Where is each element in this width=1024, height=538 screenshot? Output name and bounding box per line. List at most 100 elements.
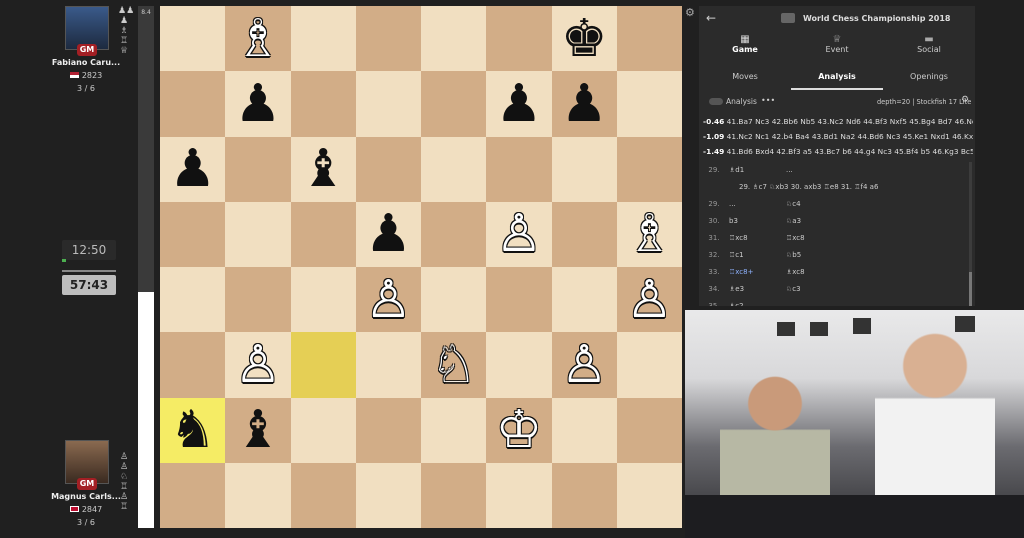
subtab-moves[interactable]: Moves	[699, 72, 791, 81]
square-g5[interactable]	[551, 201, 617, 267]
square-b4[interactable]	[225, 267, 291, 333]
square-a5[interactable]	[160, 201, 226, 267]
square-b5[interactable]	[225, 201, 291, 267]
square-a3[interactable]	[160, 332, 226, 398]
move-row[interactable]: 35. ♗c2...	[699, 298, 967, 306]
move-row[interactable]: 30. b3 ♘a3	[699, 213, 967, 230]
square-b3[interactable]: ♙	[225, 332, 291, 398]
piece-g8[interactable]: ♚	[561, 13, 608, 65]
square-e6[interactable]	[421, 136, 487, 202]
move-variation[interactable]: 29. ♗c7 ♘xb3 30. axb3 ♖e8 31. ♖f4 a6	[699, 179, 967, 196]
piece-b3[interactable]: ♙	[235, 339, 282, 391]
square-f5[interactable]: ♙	[486, 201, 552, 267]
piece-e3[interactable]: ♘	[430, 339, 477, 391]
square-g2[interactable]	[551, 397, 617, 463]
square-f3[interactable]	[486, 332, 552, 398]
square-h5[interactable]: ♗	[616, 201, 682, 267]
piece-g3[interactable]: ♙	[561, 339, 608, 391]
square-b7[interactable]: ♟	[225, 71, 291, 137]
square-d7[interactable]	[355, 71, 421, 137]
piece-f7[interactable]: ♟	[496, 78, 543, 130]
square-d2[interactable]	[355, 397, 421, 463]
move-row-current[interactable]: 33. ♖xc8+ ♗xc8	[699, 264, 967, 281]
square-e7[interactable]	[421, 71, 487, 137]
analysis-toggle[interactable]	[709, 98, 723, 105]
square-h8[interactable]	[616, 6, 682, 72]
square-f4[interactable]	[486, 267, 552, 333]
move-row[interactable]: 29.... ♘c4	[699, 196, 967, 213]
square-h6[interactable]	[616, 136, 682, 202]
square-b2[interactable]: ♝	[225, 397, 291, 463]
piece-f2[interactable]: ♔	[496, 404, 543, 456]
square-b1[interactable]	[225, 462, 291, 528]
square-d1[interactable]	[355, 462, 421, 528]
square-d8[interactable]	[355, 6, 421, 72]
square-h7[interactable]	[616, 71, 682, 137]
square-c4[interactable]	[290, 267, 356, 333]
piece-b8[interactable]: ♗	[235, 13, 282, 65]
move-row[interactable]: 29. ♗d1...	[699, 162, 967, 179]
subtab-analysis[interactable]: Analysis	[791, 72, 883, 81]
square-a4[interactable]	[160, 267, 226, 333]
square-g7[interactable]: ♟	[551, 71, 617, 137]
board-settings-icon[interactable]: ⚙	[685, 6, 695, 19]
chess-board[interactable]: ♗ ♚ ♟ ♟ ♟ ♟ ♝ ♟ ♙ ♗ ♙ ♙ ♙ ♘ ♙ ♞ ♝ ♔	[160, 6, 682, 528]
piece-a6[interactable]: ♟	[169, 143, 216, 195]
square-c1[interactable]	[290, 462, 356, 528]
square-e5[interactable]	[421, 201, 487, 267]
piece-a2[interactable]: ♞	[169, 404, 216, 456]
square-c5[interactable]	[290, 201, 356, 267]
square-g1[interactable]	[551, 462, 617, 528]
square-g3[interactable]: ♙	[551, 332, 617, 398]
square-a1[interactable]	[160, 462, 226, 528]
piece-h5[interactable]: ♗	[626, 208, 673, 260]
square-c2[interactable]	[290, 397, 356, 463]
square-c6[interactable]: ♝	[290, 136, 356, 202]
square-d3[interactable]	[355, 332, 421, 398]
piece-d4[interactable]: ♙	[365, 274, 412, 326]
move-row[interactable]: 32. ♖c1 ♘b5	[699, 247, 967, 264]
square-f6[interactable]	[486, 136, 552, 202]
piece-b2[interactable]: ♝	[235, 404, 282, 456]
square-a2[interactable]: ♞	[160, 397, 226, 463]
piece-b7[interactable]: ♟	[235, 78, 282, 130]
engine-line[interactable]: -1.09 41.Nc2 Nc1 42.b4 Ba4 43.Bd1 Na2 44…	[703, 132, 973, 141]
piece-h4[interactable]: ♙	[626, 274, 673, 326]
square-g6[interactable]	[551, 136, 617, 202]
square-c8[interactable]	[290, 6, 356, 72]
square-a7[interactable]	[160, 71, 226, 137]
engine-settings-icon[interactable]: ⚙	[961, 95, 969, 105]
square-h2[interactable]	[616, 397, 682, 463]
move-row[interactable]: 34. ♗e3 ♘c3	[699, 281, 967, 298]
square-c7[interactable]	[290, 71, 356, 137]
engine-line[interactable]: -0.46 41.Ba7 Nc3 42.Bb6 Nb5 43.Nc2 Nd6 4…	[703, 117, 973, 126]
square-e1[interactable]	[421, 462, 487, 528]
tab-event[interactable]: ♕ Event	[791, 34, 883, 64]
square-g8[interactable]: ♚	[551, 6, 617, 72]
square-d4[interactable]: ♙	[355, 267, 421, 333]
square-b8[interactable]: ♗	[225, 6, 291, 72]
move-list-scrollbar[interactable]	[969, 162, 972, 306]
piece-d5[interactable]: ♟	[365, 208, 412, 260]
piece-g7[interactable]: ♟	[561, 78, 608, 130]
scrollbar-thumb[interactable]	[969, 272, 972, 306]
subtab-openings[interactable]: Openings	[883, 72, 975, 81]
move-row[interactable]: 31. ♖xc8 ♖xc8	[699, 230, 967, 247]
tab-game[interactable]: ▦ Game	[699, 34, 791, 64]
tab-social[interactable]: ▬ Social	[883, 34, 975, 64]
square-g4[interactable]	[551, 267, 617, 333]
square-b6[interactable]	[225, 136, 291, 202]
square-h3[interactable]	[616, 332, 682, 398]
square-f8[interactable]	[486, 6, 552, 72]
square-f7[interactable]: ♟	[486, 71, 552, 137]
square-h4[interactable]: ♙	[616, 267, 682, 333]
square-e8[interactable]	[421, 6, 487, 72]
square-f2[interactable]: ♔	[486, 397, 552, 463]
square-a6[interactable]: ♟	[160, 136, 226, 202]
piece-f5[interactable]: ♙	[496, 208, 543, 260]
engine-line[interactable]: -1.49 41.Bd6 Bxd4 42.Bf3 a5 43.Bc7 b6 44…	[703, 147, 973, 156]
square-e4[interactable]	[421, 267, 487, 333]
square-a8[interactable]	[160, 6, 226, 72]
analysis-more-button[interactable]: •••	[761, 96, 775, 105]
square-c3[interactable]	[290, 332, 356, 398]
